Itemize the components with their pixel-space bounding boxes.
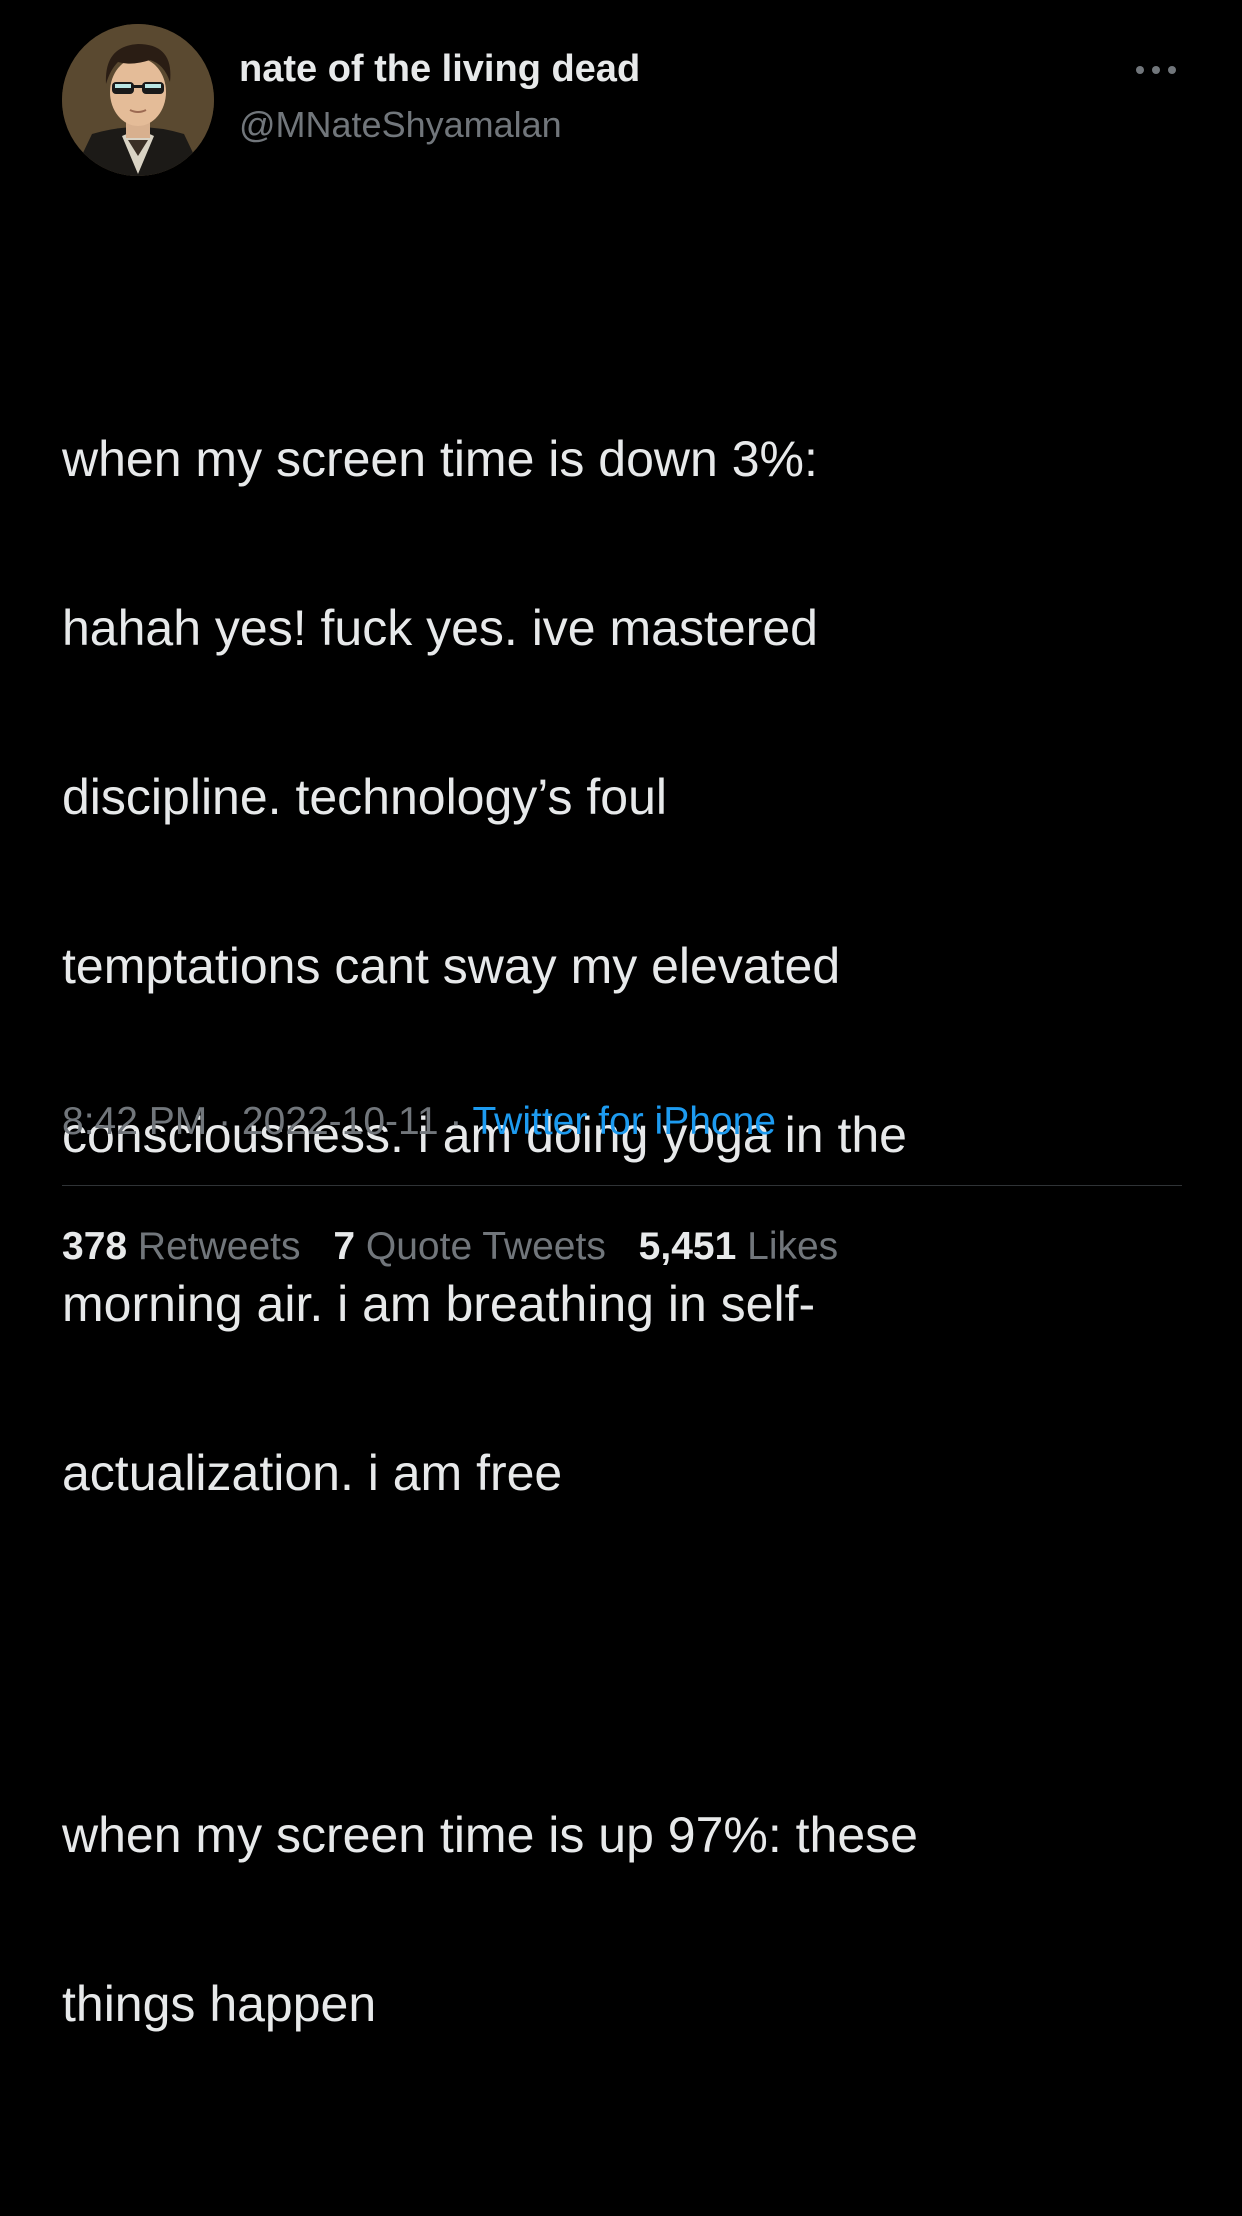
likes-label: Likes <box>747 1225 839 1268</box>
tweet-line: things happen <box>62 1976 377 2032</box>
tweet-meta: 8:42 PM · 2022-10-11 · Twitter for iPhon… <box>62 1100 776 1144</box>
meta-separator: · <box>207 1100 242 1143</box>
retweets-stat[interactable]: 378 Retweets <box>62 1225 301 1269</box>
tweet-detail: nate of the living dead @MNateShyamalan … <box>0 0 1242 2032</box>
likes-count: 5,451 <box>638 1225 737 1268</box>
quote-tweets-stat[interactable]: 7 Quote Tweets <box>333 1225 605 1269</box>
tweet-line: morning air. i am breathing in self- <box>62 1276 816 1332</box>
retweets-label: Retweets <box>137 1225 301 1268</box>
retweets-count: 378 <box>62 1225 128 1268</box>
quote-tweets-count: 7 <box>333 1225 356 1268</box>
tweet-line: when my screen time is up 97%: these <box>62 1807 918 1863</box>
tweet-paragraph-1: when my screen time is down 3%: hahah ye… <box>62 333 1202 1601</box>
tweet-line: temptations cant sway my elevated <box>62 938 841 994</box>
display-name[interactable]: nate of the living dead <box>239 48 640 91</box>
more-horizontal-icon[interactable] <box>1130 58 1182 82</box>
tweet-paragraph-2: when my screen time is up 97%: these thi… <box>62 1709 1202 2132</box>
divider <box>62 1185 1182 1186</box>
likes-stat[interactable]: 5,451 Likes <box>639 1225 839 1269</box>
tweet-date[interactable]: 2022-10-11 <box>242 1100 439 1143</box>
tweet-line: discipline. technology’s foul <box>62 769 668 825</box>
portrait-avatar-icon <box>62 24 214 176</box>
tweet-source-link[interactable]: Twitter for iPhone <box>473 1100 776 1143</box>
avatar[interactable] <box>62 24 214 176</box>
tweet-line: when my screen time is down 3%: <box>62 431 818 487</box>
user-handle[interactable]: @MNateShyamalan <box>239 104 562 146</box>
meta-separator: · <box>438 1100 473 1143</box>
tweet-line: hahah yes! fuck yes. ive mastered <box>62 600 818 656</box>
tweet-time[interactable]: 8:42 PM <box>62 1100 207 1143</box>
tweet-line: actualization. i am free <box>62 1445 563 1501</box>
quote-tweets-label: Quote Tweets <box>365 1225 606 1268</box>
tweet-stats: 378 Retweets 7 Quote Tweets 5,451 Likes <box>62 1225 860 1269</box>
